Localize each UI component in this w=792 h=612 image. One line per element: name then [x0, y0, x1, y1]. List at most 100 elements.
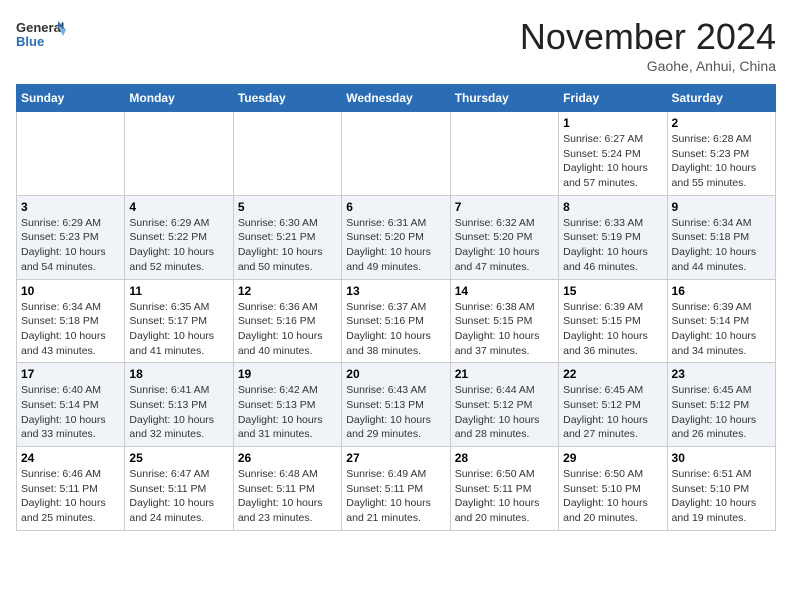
svg-text:Blue: Blue [16, 34, 44, 49]
page-header: General Blue November 2024 Gaohe, Anhui,… [16, 16, 776, 74]
day-info: Sunrise: 6:44 AM Sunset: 5:12 PM Dayligh… [455, 383, 554, 442]
weekday-header: Thursday [450, 85, 558, 112]
weekday-header: Monday [125, 85, 233, 112]
logo-svg: General Blue [16, 16, 66, 56]
calendar-week-row: 17 Sunrise: 6:40 AM Sunset: 5:14 PM Dayli… [17, 363, 776, 447]
calendar-cell: 26 Sunrise: 6:48 AM Sunset: 5:11 PM Dayli… [233, 447, 341, 531]
day-info: Sunrise: 6:36 AM Sunset: 5:16 PM Dayligh… [238, 300, 337, 359]
day-number: 10 [21, 284, 120, 298]
calendar-table: SundayMondayTuesdayWednesdayThursdayFrid… [16, 84, 776, 531]
day-number: 7 [455, 200, 554, 214]
calendar-cell: 12 Sunrise: 6:36 AM Sunset: 5:16 PM Dayli… [233, 279, 341, 363]
calendar-cell: 14 Sunrise: 6:38 AM Sunset: 5:15 PM Dayli… [450, 279, 558, 363]
calendar-cell: 13 Sunrise: 6:37 AM Sunset: 5:16 PM Dayli… [342, 279, 450, 363]
calendar-cell: 30 Sunrise: 6:51 AM Sunset: 5:10 PM Dayli… [667, 447, 775, 531]
location: Gaohe, Anhui, China [520, 58, 776, 74]
day-info: Sunrise: 6:32 AM Sunset: 5:20 PM Dayligh… [455, 216, 554, 275]
day-info: Sunrise: 6:31 AM Sunset: 5:20 PM Dayligh… [346, 216, 445, 275]
calendar-cell: 27Sunrise: 6:49 AM Sunset: 5:11 PM Dayli… [342, 447, 450, 531]
calendar-cell: 24 Sunrise: 6:46 AM Sunset: 5:11 PM Dayli… [17, 447, 125, 531]
month-title: November 2024 [520, 16, 776, 58]
day-number: 6 [346, 200, 445, 214]
day-number: 18 [129, 367, 228, 381]
calendar-cell: 4 Sunrise: 6:29 AM Sunset: 5:22 PM Daylig… [125, 195, 233, 279]
calendar-cell: 1 Sunrise: 6:27 AM Sunset: 5:24 PM Daylig… [559, 112, 667, 196]
weekday-header: Friday [559, 85, 667, 112]
calendar-cell: 22 Sunrise: 6:45 AM Sunset: 5:12 PM Dayli… [559, 363, 667, 447]
svg-text:General: General [16, 20, 64, 35]
day-info: Sunrise: 6:50 AM Sunset: 5:11 PM Dayligh… [455, 467, 554, 526]
day-info: Sunrise: 6:34 AM Sunset: 5:18 PM Dayligh… [21, 300, 120, 359]
day-info: Sunrise: 6:34 AM Sunset: 5:18 PM Dayligh… [672, 216, 771, 275]
calendar-cell: 5 Sunrise: 6:30 AM Sunset: 5:21 PM Daylig… [233, 195, 341, 279]
logo: General Blue [16, 16, 66, 56]
day-info: Sunrise: 6:35 AM Sunset: 5:17 PM Dayligh… [129, 300, 228, 359]
day-info: Sunrise: 6:43 AM Sunset: 5:13 PM Dayligh… [346, 383, 445, 442]
day-info: Sunrise: 6:48 AM Sunset: 5:11 PM Dayligh… [238, 467, 337, 526]
day-number: 27 [346, 451, 445, 465]
day-info: Sunrise: 6:40 AM Sunset: 5:14 PM Dayligh… [21, 383, 120, 442]
day-number: 22 [563, 367, 662, 381]
day-info: Sunrise: 6:46 AM Sunset: 5:11 PM Dayligh… [21, 467, 120, 526]
calendar-cell [17, 112, 125, 196]
weekday-header: Sunday [17, 85, 125, 112]
day-number: 24 [21, 451, 120, 465]
calendar-cell: 23Sunrise: 6:45 AM Sunset: 5:12 PM Dayli… [667, 363, 775, 447]
calendar-cell [233, 112, 341, 196]
title-block: November 2024 Gaohe, Anhui, China [520, 16, 776, 74]
calendar-cell [125, 112, 233, 196]
calendar-week-row: 3Sunrise: 6:29 AM Sunset: 5:23 PM Daylig… [17, 195, 776, 279]
day-number: 14 [455, 284, 554, 298]
day-number: 13 [346, 284, 445, 298]
day-number: 1 [563, 116, 662, 130]
day-info: Sunrise: 6:41 AM Sunset: 5:13 PM Dayligh… [129, 383, 228, 442]
day-info: Sunrise: 6:33 AM Sunset: 5:19 PM Dayligh… [563, 216, 662, 275]
day-number: 17 [21, 367, 120, 381]
day-number: 2 [672, 116, 771, 130]
day-number: 12 [238, 284, 337, 298]
day-number: 21 [455, 367, 554, 381]
weekday-header-row: SundayMondayTuesdayWednesdayThursdayFrid… [17, 85, 776, 112]
day-info: Sunrise: 6:29 AM Sunset: 5:22 PM Dayligh… [129, 216, 228, 275]
calendar-cell: 21 Sunrise: 6:44 AM Sunset: 5:12 PM Dayli… [450, 363, 558, 447]
day-number: 29 [563, 451, 662, 465]
calendar-cell: 28 Sunrise: 6:50 AM Sunset: 5:11 PM Dayli… [450, 447, 558, 531]
weekday-header: Tuesday [233, 85, 341, 112]
day-number: 20 [346, 367, 445, 381]
day-number: 11 [129, 284, 228, 298]
calendar-week-row: 10 Sunrise: 6:34 AM Sunset: 5:18 PM Dayli… [17, 279, 776, 363]
day-info: Sunrise: 6:51 AM Sunset: 5:10 PM Dayligh… [672, 467, 771, 526]
day-number: 19 [238, 367, 337, 381]
calendar-cell: 3Sunrise: 6:29 AM Sunset: 5:23 PM Daylig… [17, 195, 125, 279]
calendar-cell: 18 Sunrise: 6:41 AM Sunset: 5:13 PM Dayli… [125, 363, 233, 447]
day-info: Sunrise: 6:30 AM Sunset: 5:21 PM Dayligh… [238, 216, 337, 275]
day-number: 9 [672, 200, 771, 214]
calendar-cell: 10 Sunrise: 6:34 AM Sunset: 5:18 PM Dayli… [17, 279, 125, 363]
calendar-cell: 16 Sunrise: 6:39 AM Sunset: 5:14 PM Dayli… [667, 279, 775, 363]
calendar-cell [450, 112, 558, 196]
day-info: Sunrise: 6:39 AM Sunset: 5:14 PM Dayligh… [672, 300, 771, 359]
day-info: Sunrise: 6:38 AM Sunset: 5:15 PM Dayligh… [455, 300, 554, 359]
day-info: Sunrise: 6:28 AM Sunset: 5:23 PM Dayligh… [672, 132, 771, 191]
day-number: 15 [563, 284, 662, 298]
day-info: Sunrise: 6:45 AM Sunset: 5:12 PM Dayligh… [672, 383, 771, 442]
calendar-cell: 8 Sunrise: 6:33 AM Sunset: 5:19 PM Daylig… [559, 195, 667, 279]
calendar-cell: 6 Sunrise: 6:31 AM Sunset: 5:20 PM Daylig… [342, 195, 450, 279]
day-number: 5 [238, 200, 337, 214]
day-number: 28 [455, 451, 554, 465]
calendar-cell: 9 Sunrise: 6:34 AM Sunset: 5:18 PM Daylig… [667, 195, 775, 279]
calendar-cell: 20 Sunrise: 6:43 AM Sunset: 5:13 PM Dayli… [342, 363, 450, 447]
day-info: Sunrise: 6:42 AM Sunset: 5:13 PM Dayligh… [238, 383, 337, 442]
day-info: Sunrise: 6:45 AM Sunset: 5:12 PM Dayligh… [563, 383, 662, 442]
calendar-week-row: 1 Sunrise: 6:27 AM Sunset: 5:24 PM Daylig… [17, 112, 776, 196]
calendar-cell: 2 Sunrise: 6:28 AM Sunset: 5:23 PM Daylig… [667, 112, 775, 196]
day-info: Sunrise: 6:37 AM Sunset: 5:16 PM Dayligh… [346, 300, 445, 359]
calendar-cell: 11 Sunrise: 6:35 AM Sunset: 5:17 PM Dayli… [125, 279, 233, 363]
day-number: 8 [563, 200, 662, 214]
day-number: 16 [672, 284, 771, 298]
day-number: 25 [129, 451, 228, 465]
day-number: 26 [238, 451, 337, 465]
day-number: 4 [129, 200, 228, 214]
day-info: Sunrise: 6:27 AM Sunset: 5:24 PM Dayligh… [563, 132, 662, 191]
day-number: 30 [672, 451, 771, 465]
